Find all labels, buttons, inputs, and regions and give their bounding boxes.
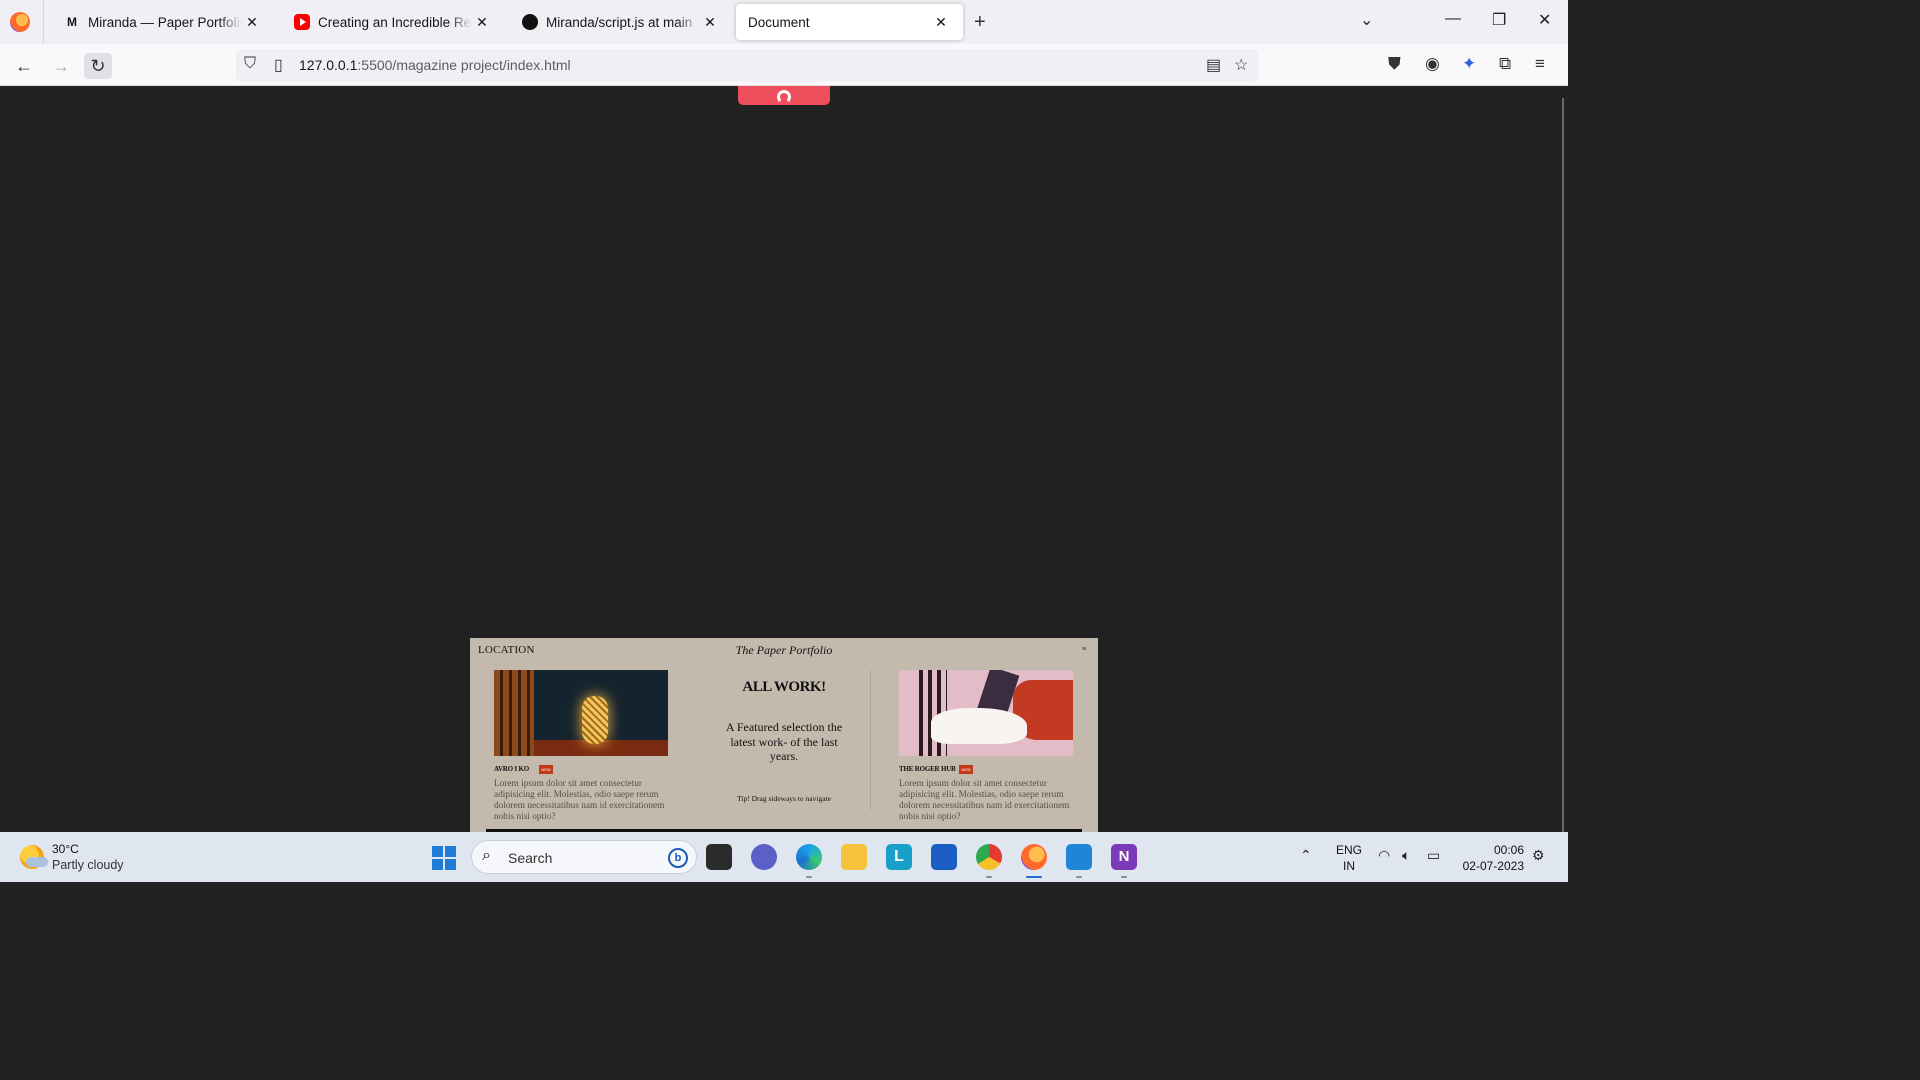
page-scrollbar[interactable] [1562,98,1564,832]
sneaker-product-image[interactable] [899,670,1073,756]
weather-temperature[interactable]: 30°C [52,842,79,856]
language-indicator[interactable]: ENG IN [1336,842,1362,874]
tab-retro-design-video[interactable]: Creating an Incredible Retro De ✕ [282,4,504,40]
github-icon [522,14,538,30]
list-all-tabs-icon[interactable]: ⌄ [1360,10,1373,30]
reader-view-icon[interactable]: ▤ [1206,55,1221,75]
left-product-name: AVRO I KO [494,765,530,773]
notifications-icon[interactable]: ⚙ [1532,847,1545,864]
address-bar[interactable]: ⛉ ▯ 127.0.0.1:5500/magazine project/inde… [236,49,1258,81]
file-explorer-icon[interactable] [841,844,867,870]
firefox-taskbar-icon[interactable] [1021,844,1047,870]
search-placeholder: Search [508,850,553,866]
restore-window-icon[interactable]: ❐ [1492,10,1506,30]
sneaker-shape [931,708,1027,744]
shield-icon[interactable]: ⛉ [244,55,256,73]
firefox-menu-icon[interactable] [10,12,30,32]
youtube-icon [294,14,310,30]
new-tab-button[interactable]: + [974,11,986,34]
wifi-icon[interactable]: ◠ [1378,847,1390,864]
microsoft-store-icon[interactable] [931,844,957,870]
task-view-icon[interactable] [706,844,732,870]
url-text[interactable]: 127.0.0.1:5500/magazine project/index.ht… [299,57,571,73]
medium-icon: M [67,15,77,29]
vscode-icon[interactable] [1066,844,1092,870]
app-running-indicator [1121,876,1127,878]
tab-title: Miranda/script.js at main · shery [546,14,700,30]
language-line1: ENG [1336,843,1363,857]
right-product-name: THE ROGER HUB [899,765,956,773]
chrome-browser-icon[interactable] [976,844,1002,870]
app-running-indicator [806,876,812,878]
tab-title: Miranda — Paper Portfolio [88,14,242,30]
app-running-indicator [986,876,992,878]
taskbar-search[interactable]: ⌕ Search b [471,840,697,874]
lantern-product-image[interactable] [494,670,668,756]
tab-miranda-paper-portfolio[interactable]: M Miranda — Paper Portfolio ✕ [52,4,274,40]
pocket-icon[interactable]: ⛊ [1388,54,1401,74]
extension-x-icon[interactable]: ✦ [1462,54,1476,74]
clock-date: 02-07-2023 [1462,859,1524,873]
magazine-card[interactable]: LOCATION The Paper Portfolio ≡ AVRO I KO… [470,638,1098,832]
brand-title: The Paper Portfolio [735,643,833,657]
clock-time: 00:06 [1493,843,1524,857]
tab-document[interactable]: Document ✕ [736,4,963,40]
close-tab-icon[interactable]: ✕ [931,14,951,31]
arch-icon [777,90,791,104]
close-tab-icon[interactable]: ✕ [700,14,720,31]
windows-start-icon[interactable] [432,846,456,870]
back-arrow-icon[interactable]: ← [10,53,38,79]
pull-tab-button[interactable] [738,86,830,105]
partly-cloudy-icon[interactable] [20,845,48,869]
featured-selection-text: A Featured selection the latest work- of… [725,720,843,763]
all-work-heading: ALL WORK! [742,679,826,695]
page-info-icon[interactable]: ▯ [274,55,283,75]
browser-navigation-bar: ← → ↻ ⛉ ▯ 127.0.0.1:5500/magazine projec… [0,44,1568,86]
l-app-icon[interactable]: L [886,844,912,870]
teams-chat-icon[interactable] [751,844,777,870]
minimize-window-icon[interactable]: — [1445,10,1461,28]
windows-taskbar: 30°C Partly cloudy ⌕ Search b L N ⌃ ENG I… [0,832,1568,882]
volume-icon[interactable]: 🔈︎ [1402,847,1410,864]
close-window-icon[interactable]: ✕ [1538,10,1551,30]
bookmark-star-icon[interactable]: ☆ [1234,55,1248,75]
new-badge: NEW [959,765,973,774]
battery-icon[interactable]: ▭ [1427,847,1440,864]
tab-title: Creating an Incredible Retro De [318,14,472,30]
menu-icon[interactable]: ≡ [1082,644,1087,653]
bing-icon[interactable]: b [668,848,688,868]
language-line2: IN [1343,859,1355,873]
search-icon: ⌕ [482,847,491,864]
weather-condition[interactable]: Partly cloudy [52,858,124,872]
onenote-icon[interactable]: N [1111,844,1137,870]
column-divider [870,670,871,810]
left-product-description: Lorem ipsum dolor sit amet consectetur a… [494,779,665,822]
browser-tab-strip: M Miranda — Paper Portfolio ✕ Creating a… [0,0,1568,44]
curtain-shape [494,670,534,756]
system-clock[interactable]: 00:06 02-07-2023 [1456,842,1524,874]
hamburger-menu-icon[interactable]: ≡ [1535,54,1545,74]
new-badge: NEW [539,765,553,774]
right-product-description: Lorem ipsum dolor sit amet consectetur a… [899,779,1070,822]
forward-arrow-icon[interactable]: → [47,53,75,79]
tab-separator [43,0,44,44]
extensions-puzzle-icon[interactable]: ⧉ [1499,54,1511,74]
tab-github-script[interactable]: Miranda/script.js at main · shery ✕ [510,4,732,40]
edge-browser-icon[interactable] [796,844,822,870]
navigation-tip: Tip! Drag sideways to navigate [737,794,831,803]
show-hidden-icons-chevron-icon[interactable]: ⌃ [1300,847,1312,864]
lantern-shape [582,696,608,744]
account-icon[interactable]: ◉ [1425,54,1440,74]
url-path: :5500/magazine project/index.html [357,57,571,73]
reload-icon[interactable]: ↻ [84,53,112,79]
url-host: 127.0.0.1 [299,57,358,73]
tab-title: Document [748,14,810,30]
close-tab-icon[interactable]: ✕ [242,14,262,31]
close-tab-icon[interactable]: ✕ [472,14,492,31]
app-running-indicator [1076,876,1082,878]
app-active-indicator [1026,876,1042,878]
